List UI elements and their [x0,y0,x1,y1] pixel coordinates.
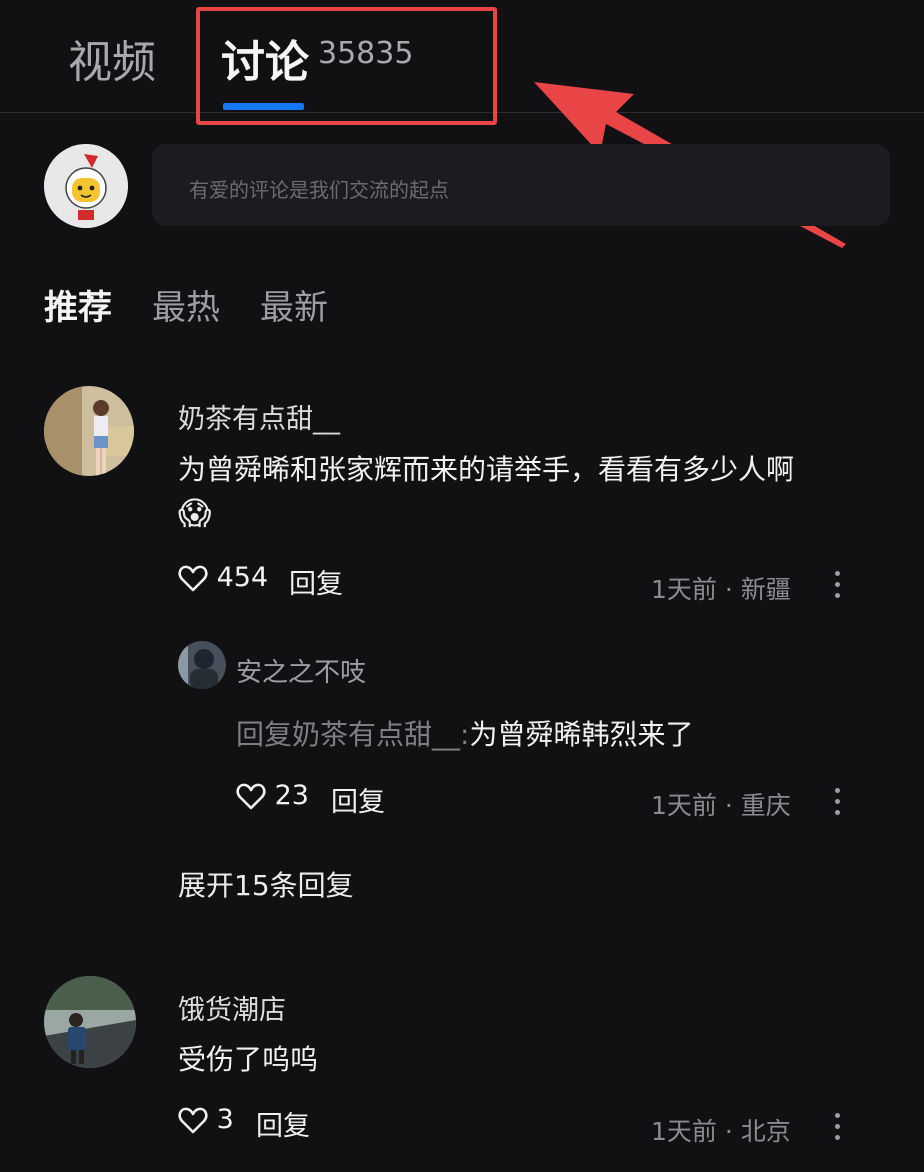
heart-icon [178,1107,208,1133]
reply-username[interactable]: 安之之不吱 [236,652,366,689]
comment-text: 受伤了呜呜 [178,1043,319,1076]
like-button[interactable]: 454 [178,562,268,593]
comment-text: 为曾舜晞和张家辉而来的请举手，看看有多少人啊 [178,453,795,486]
reply-meta: 1天前 · 重庆 [651,791,791,820]
avatar[interactable] [44,386,134,476]
comment-username[interactable]: 饿货潮店 [178,988,286,1027]
comment-input[interactable]: 有爱的评论是我们交流的起点 [152,144,890,226]
reply-button[interactable]: 回复 [289,562,343,601]
like-count: 454 [216,562,269,593]
comment-meta: 1天前 · 新疆 [651,575,791,604]
my-avatar[interactable] [44,144,128,228]
sort-tab-hottest[interactable]: 最热 [152,280,220,329]
expand-replies-button[interactable]: 展开15条回复 [178,864,354,904]
sort-tab-newest[interactable]: 最新 [260,280,328,329]
tab-video[interactable]: 视频 [68,26,156,90]
like-button[interactable]: 23 [236,780,309,811]
comment-meta: 1天前 · 北京 [651,1117,791,1146]
like-button[interactable]: 3 [178,1104,234,1135]
heart-icon [178,565,208,591]
reply-to-label[interactable]: 回复奶茶有点甜__: [236,718,469,751]
heart-icon [236,783,266,809]
comment-emoji: 😱 [178,494,212,532]
reply-text: 为曾舜晞韩烈来了 [469,718,694,751]
sort-tab-recommended[interactable]: 推荐 [44,280,112,329]
like-count: 23 [274,780,309,811]
comment-username[interactable]: 奶茶有点甜__ [178,397,340,436]
reply-button[interactable]: 回复 [331,780,385,819]
more-options-icon[interactable] [835,788,841,821]
avatar[interactable] [178,641,226,689]
more-options-icon[interactable] [835,1113,841,1146]
more-options-icon[interactable] [835,571,841,604]
reply-text-line: 回复奶茶有点甜__:为曾舜晞韩烈来了 [236,713,693,753]
like-count: 3 [216,1104,234,1135]
annotation-highlight-box [196,7,497,125]
reply-button[interactable]: 回复 [256,1104,310,1143]
avatar[interactable] [44,976,136,1068]
